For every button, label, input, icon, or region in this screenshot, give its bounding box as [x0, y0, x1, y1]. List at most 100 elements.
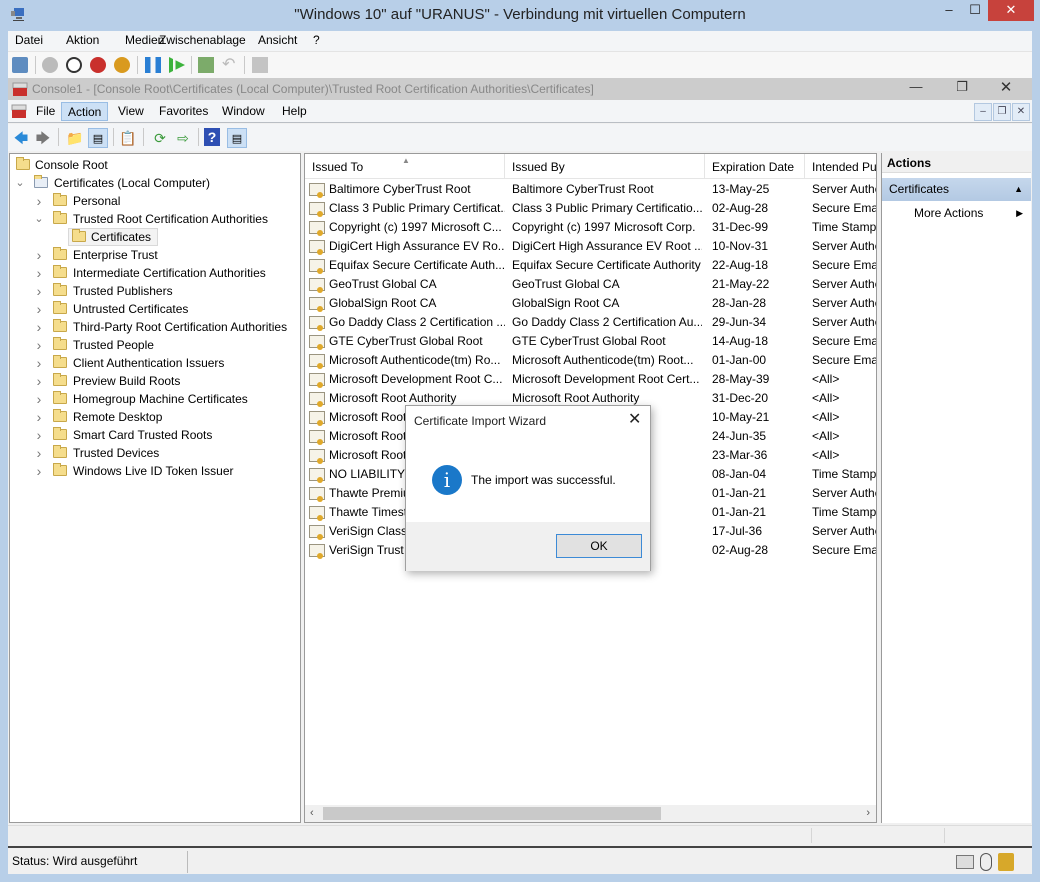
shutdown-icon[interactable]	[90, 57, 106, 73]
chevron-right-icon[interactable]: ›	[33, 408, 45, 426]
mmc-restore-button[interactable]: ❐	[952, 79, 972, 100]
tree-item-label: Trusted Devices	[73, 446, 160, 460]
save-icon[interactable]	[114, 57, 130, 73]
chevron-right-icon[interactable]: ›	[33, 282, 45, 300]
cell-issued-by: Baltimore CyberTrust Root	[512, 182, 654, 196]
scroll-right-icon[interactable]: ›	[866, 805, 870, 822]
help-icon[interactable]: ?	[204, 128, 220, 146]
more-actions-item[interactable]: More Actions ▶	[882, 203, 1031, 223]
menu-favorites[interactable]: Favorites	[153, 102, 214, 121]
column-expiration-date[interactable]: Expiration Date	[705, 154, 805, 179]
table-row[interactable]: GlobalSign Root CA GlobalSign Root CA 28-J…	[305, 294, 876, 313]
mmc-titlebar: Console1 - [Console Root\Certificates (L…	[8, 78, 1032, 100]
dialog-title: Certificate Import Wizard	[414, 414, 547, 428]
checkpoint-icon[interactable]	[198, 57, 214, 73]
export-list-icon[interactable]: ⇨	[173, 128, 193, 148]
dialog-close-button[interactable]: ✕	[628, 409, 641, 429]
chevron-right-icon[interactable]: ›	[33, 246, 45, 264]
table-row[interactable]: Microsoft Authenticode(tm) Ro... Microsof…	[305, 351, 876, 370]
table-row[interactable]: Equifax Secure Certificate Auth... Equifa…	[305, 256, 876, 275]
chevron-right-icon[interactable]: ›	[33, 318, 45, 336]
chevron-right-icon[interactable]: ›	[33, 372, 45, 390]
chevron-right-icon[interactable]: ›	[33, 300, 45, 318]
column-issued-to[interactable]: ▲ Issued To	[305, 154, 505, 179]
table-row[interactable]: DigiCert High Assurance EV Ro... DigiCert…	[305, 237, 876, 256]
ok-button[interactable]: OK	[556, 534, 642, 558]
collapse-up-icon[interactable]: ▲	[1014, 178, 1023, 201]
menu-zwischenablage[interactable]: Zwischenablage	[159, 33, 246, 47]
certificate-icon	[309, 487, 325, 502]
menu-view[interactable]: View	[112, 102, 150, 121]
scroll-left-icon[interactable]: ‹	[310, 805, 314, 822]
mdi-close-button[interactable]: ✕	[1012, 103, 1030, 121]
chevron-right-icon[interactable]: ›	[33, 264, 45, 282]
certificate-icon	[309, 430, 325, 445]
table-row[interactable]: Class 3 Public Primary Certificat... Clas…	[305, 199, 876, 218]
ctrl-alt-del-icon[interactable]	[12, 57, 28, 73]
chevron-right-icon[interactable]: ›	[33, 390, 45, 408]
table-row[interactable]: GeoTrust Global CA GeoTrust Global CA 21-M…	[305, 275, 876, 294]
status-divider	[944, 828, 945, 843]
minimize-button[interactable]: –	[936, 2, 962, 23]
menu-window[interactable]: Window	[216, 102, 271, 121]
chevron-right-icon[interactable]: ›	[33, 462, 45, 480]
folder-icon	[53, 301, 67, 314]
show-hide-action-pane-icon[interactable]: ▤	[227, 128, 247, 148]
forward-icon[interactable]: 🡆	[33, 128, 53, 148]
table-row[interactable]: Copyright (c) 1997 Microsoft C... Copyrig…	[305, 218, 876, 237]
cell-intended-purposes: Server Authe	[812, 315, 877, 329]
menu-aktion[interactable]: Aktion	[66, 33, 99, 47]
menu-datei[interactable]: Datei	[15, 33, 43, 47]
column-issued-by[interactable]: Issued By	[505, 154, 705, 179]
revert-icon[interactable]: ↶	[222, 57, 238, 73]
tree-item-label: Windows Live ID Token Issuer	[73, 464, 234, 478]
chevron-down-icon[interactable]: ⌄	[14, 174, 26, 192]
chevron-right-icon[interactable]: ›	[33, 336, 45, 354]
chevron-right-icon[interactable]: ›	[33, 426, 45, 444]
cell-issued-to: Class 3 Public Primary Certificat...	[329, 201, 505, 215]
mdi-restore-button[interactable]: ❐	[993, 103, 1011, 121]
mmc-minimize-button[interactable]: —	[906, 79, 926, 100]
chevron-right-icon[interactable]: ›	[33, 444, 45, 462]
mdi-minimize-button[interactable]: –	[974, 103, 992, 121]
table-row[interactable]: Go Daddy Class 2 Certification ... Go Dad…	[305, 313, 876, 332]
resume-icon[interactable]	[169, 57, 185, 73]
tree-item-label: Intermediate Certification Authorities	[73, 266, 266, 280]
certificate-icon	[309, 240, 325, 255]
toolbar-separator	[143, 128, 144, 146]
menu-action[interactable]: Action	[61, 102, 109, 121]
table-row[interactable]: GTE CyberTrust Global Root GTE CyberTrust…	[305, 332, 876, 351]
maximize-button[interactable]: ☐	[962, 2, 988, 23]
actions-group-certificates[interactable]: Certificates ▲	[882, 178, 1031, 201]
menu-ansicht[interactable]: Ansicht	[258, 33, 297, 47]
horizontal-scrollbar[interactable]: ‹ ›	[305, 805, 876, 822]
refresh-icon[interactable]: ⟳	[150, 128, 170, 148]
mmc-close-button[interactable]: ✕	[996, 78, 1016, 99]
cell-intended-purposes: <All>	[812, 391, 840, 405]
folder-icon	[53, 319, 67, 332]
cell-issued-to: Microsoft Development Root C...	[329, 372, 503, 386]
menu-help[interactable]: ?	[313, 33, 320, 47]
up-folder-icon[interactable]: 📁	[65, 128, 85, 148]
table-row[interactable]: Baltimore CyberTrust Root Baltimore Cyber…	[305, 180, 876, 199]
column-intended-purposes[interactable]: Intended Pu	[805, 154, 876, 179]
chevron-down-icon[interactable]: ⌄	[33, 210, 45, 228]
turn-off-icon[interactable]	[66, 57, 82, 73]
lock-icon	[998, 853, 1014, 871]
clipboard-icon[interactable]: 📋	[118, 128, 138, 148]
table-row[interactable]: Microsoft Development Root C... Microsoft…	[305, 370, 876, 389]
show-hide-tree-icon[interactable]: ▤	[88, 128, 108, 148]
close-button[interactable]: ✕	[988, 0, 1034, 21]
menu-help[interactable]: Help	[276, 102, 313, 121]
pause-icon[interactable]	[145, 57, 161, 73]
mmc-menu-icon[interactable]	[11, 103, 27, 119]
cell-expiration-date: 28-May-39	[712, 372, 770, 386]
back-icon[interactable]: 🡄	[11, 128, 31, 148]
enhanced-session-icon[interactable]	[252, 57, 268, 73]
chevron-right-icon[interactable]: ›	[33, 354, 45, 372]
scrollbar-thumb[interactable]	[323, 807, 661, 820]
start-icon[interactable]	[42, 57, 58, 73]
chevron-right-icon[interactable]: ›	[33, 192, 45, 210]
menu-file[interactable]: File	[30, 102, 61, 121]
cell-expiration-date: 22-Aug-18	[712, 258, 769, 272]
